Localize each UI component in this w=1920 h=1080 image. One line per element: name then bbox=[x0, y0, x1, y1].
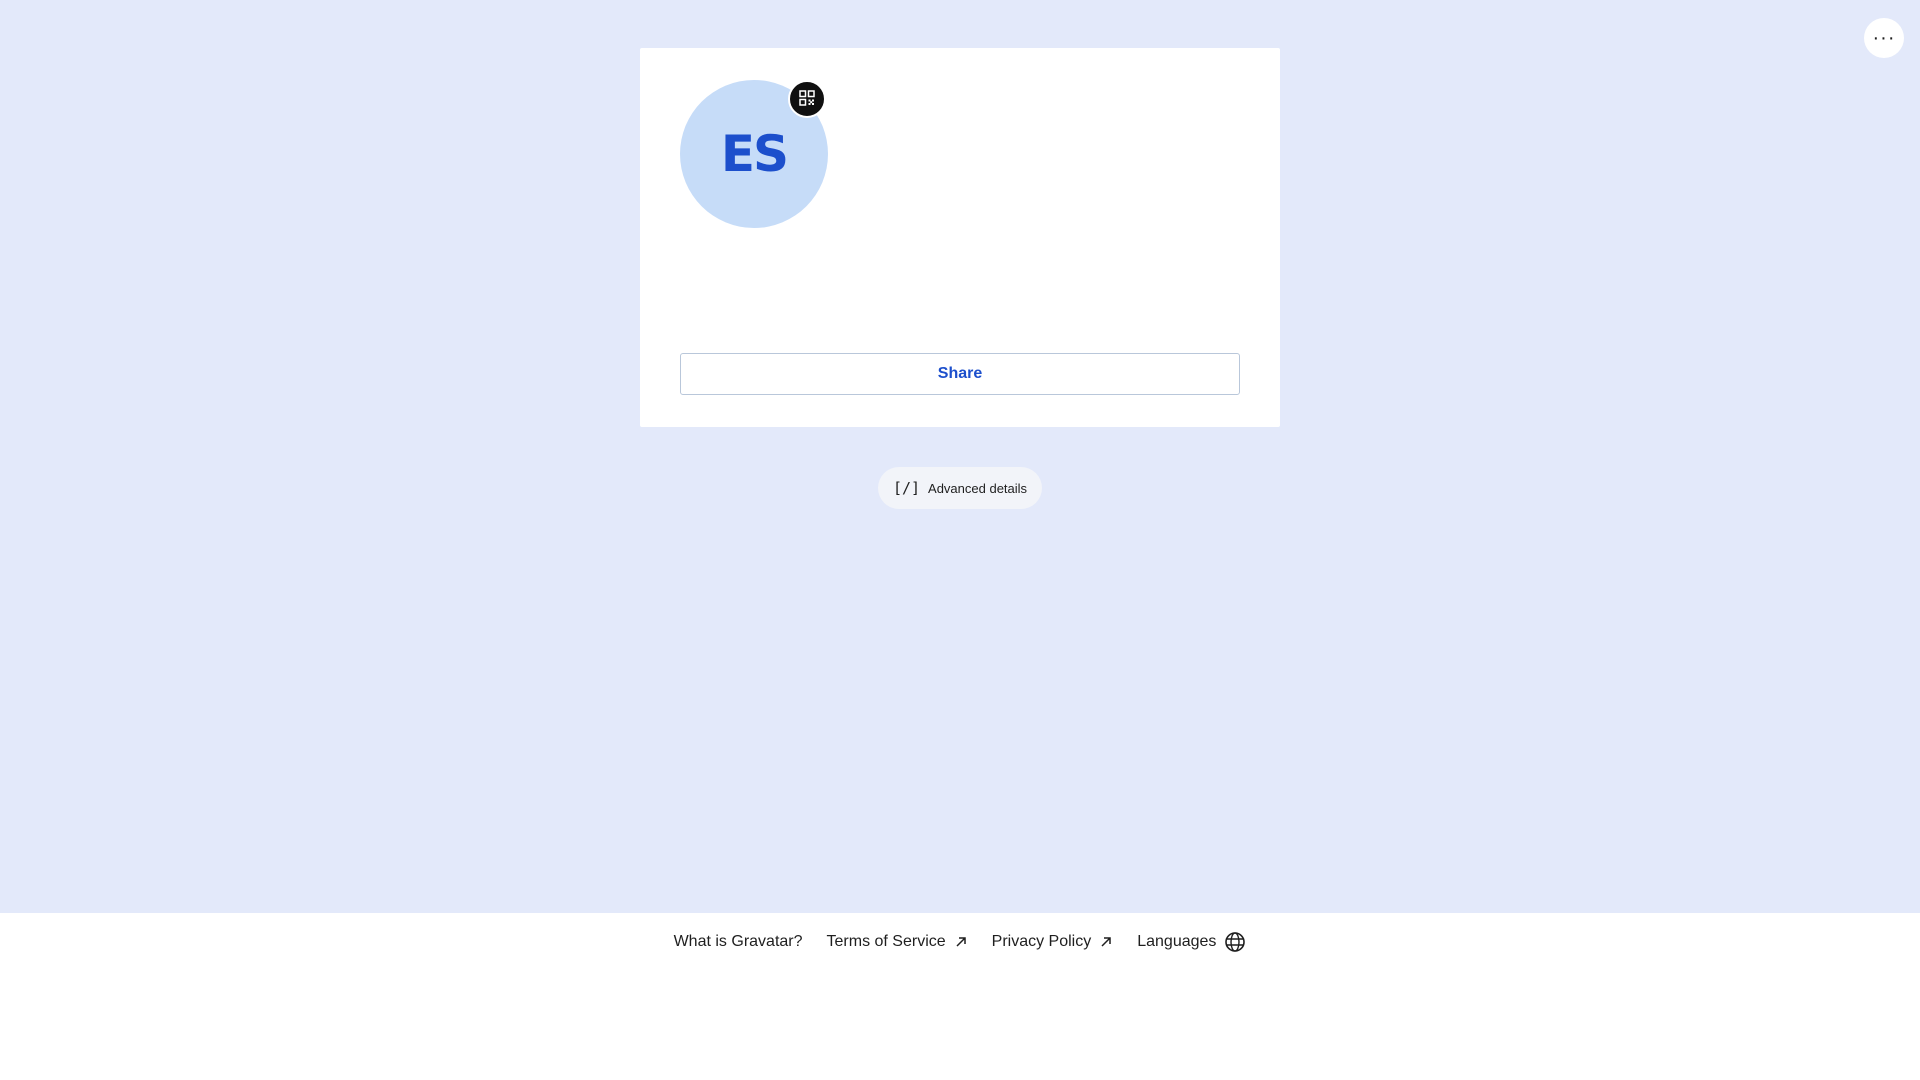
terms-of-service-link[interactable]: Terms of Service bbox=[827, 933, 968, 951]
privacy-policy-link[interactable]: Privacy Policy bbox=[992, 933, 1114, 951]
footer-links: What is Gravatar? Terms of Service Priva… bbox=[0, 931, 1920, 953]
advanced-details-button[interactable]: [/] Advanced details bbox=[878, 467, 1042, 509]
what-is-gravatar-link[interactable]: What is Gravatar? bbox=[674, 933, 803, 951]
external-link-icon bbox=[1099, 935, 1113, 949]
code-brackets-icon: [/] bbox=[892, 479, 921, 497]
share-button[interactable]: Share bbox=[680, 353, 1240, 395]
languages-label: Languages bbox=[1137, 933, 1217, 950]
what-is-gravatar-label: What is Gravatar? bbox=[673, 933, 803, 950]
advanced-details-label: Advanced details bbox=[928, 480, 1028, 496]
terms-of-service-label: Terms of Service bbox=[826, 933, 946, 950]
external-link-icon bbox=[954, 935, 968, 949]
footer: What is Gravatar? Terms of Service Priva… bbox=[0, 913, 1920, 1080]
profile-card: ES Share bbox=[640, 48, 1280, 427]
languages-link[interactable]: Languages bbox=[1137, 931, 1246, 953]
privacy-policy-label: Privacy Policy bbox=[991, 933, 1092, 950]
qr-code-icon bbox=[799, 89, 815, 109]
avatar-initials: ES bbox=[720, 125, 789, 183]
more-horizontal-icon: ··· bbox=[1872, 26, 1896, 49]
qr-code-button[interactable] bbox=[788, 80, 826, 118]
globe-icon bbox=[1224, 931, 1246, 953]
more-options-button[interactable]: ··· bbox=[1864, 18, 1904, 58]
profile-page-background: ··· ES Share [/] Advanced details bbox=[0, 0, 1920, 913]
